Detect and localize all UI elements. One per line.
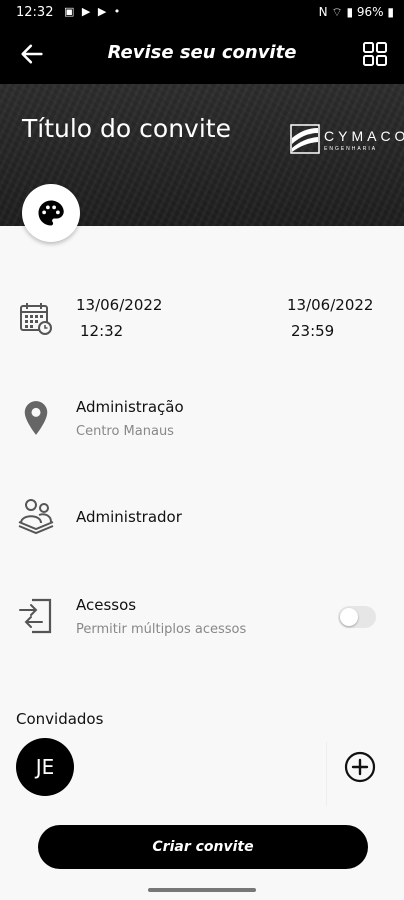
guest-avatar[interactable]: JE [16, 738, 74, 796]
end-date[interactable]: 13/06/2022 [287, 296, 373, 314]
end-time[interactable]: 23:59 [291, 322, 334, 340]
location-pin-icon [16, 398, 56, 438]
location-detail: Centro Manaus [76, 424, 174, 439]
people-icon [16, 496, 56, 536]
location-name[interactable]: Administração [76, 398, 184, 416]
logo-subtitle: ENGENHARIA [324, 146, 378, 152]
calendar-icon [16, 298, 56, 338]
plus-circle-icon[interactable] [343, 750, 377, 784]
invite-title[interactable]: Título do convite [22, 114, 231, 143]
access-subtitle: Permitir múltiplos acessos [76, 622, 247, 637]
guests-divider [326, 742, 327, 806]
company-logo: CYMACO ENGENHARIA [290, 124, 404, 158]
app-bar: Revise seu convite [0, 26, 404, 84]
logo-name: CYMACO [324, 128, 404, 144]
theme-palette-button[interactable] [22, 184, 80, 242]
palette-icon [38, 200, 64, 226]
start-date[interactable]: 13/06/2022 [76, 296, 162, 314]
grid-icon[interactable] [362, 41, 388, 67]
guests-label: Convidados [16, 710, 104, 728]
create-invite-button[interactable]: Criar convite [38, 825, 368, 869]
host-name[interactable]: Administrador [76, 508, 182, 526]
start-time[interactable]: 12:32 [80, 322, 123, 340]
toggle-knob [340, 608, 358, 626]
logo-mark-icon [290, 124, 320, 154]
notification-icons: ▣ ▶ ▶ • [64, 5, 123, 18]
page-title: Revise seu convite [107, 42, 297, 63]
status-bar: 12:32 ▣ ▶ ▶ • N ⌔ ▮ 96% ▮ [0, 0, 404, 26]
access-title: Acessos [76, 596, 137, 614]
multiple-access-toggle[interactable] [338, 606, 376, 628]
status-time: 12:32 [16, 5, 54, 20]
system-status-icons: N ⌔ ▮ 96% ▮ [318, 5, 394, 19]
navigation-handle[interactable] [148, 888, 256, 892]
login-icon [16, 596, 56, 636]
